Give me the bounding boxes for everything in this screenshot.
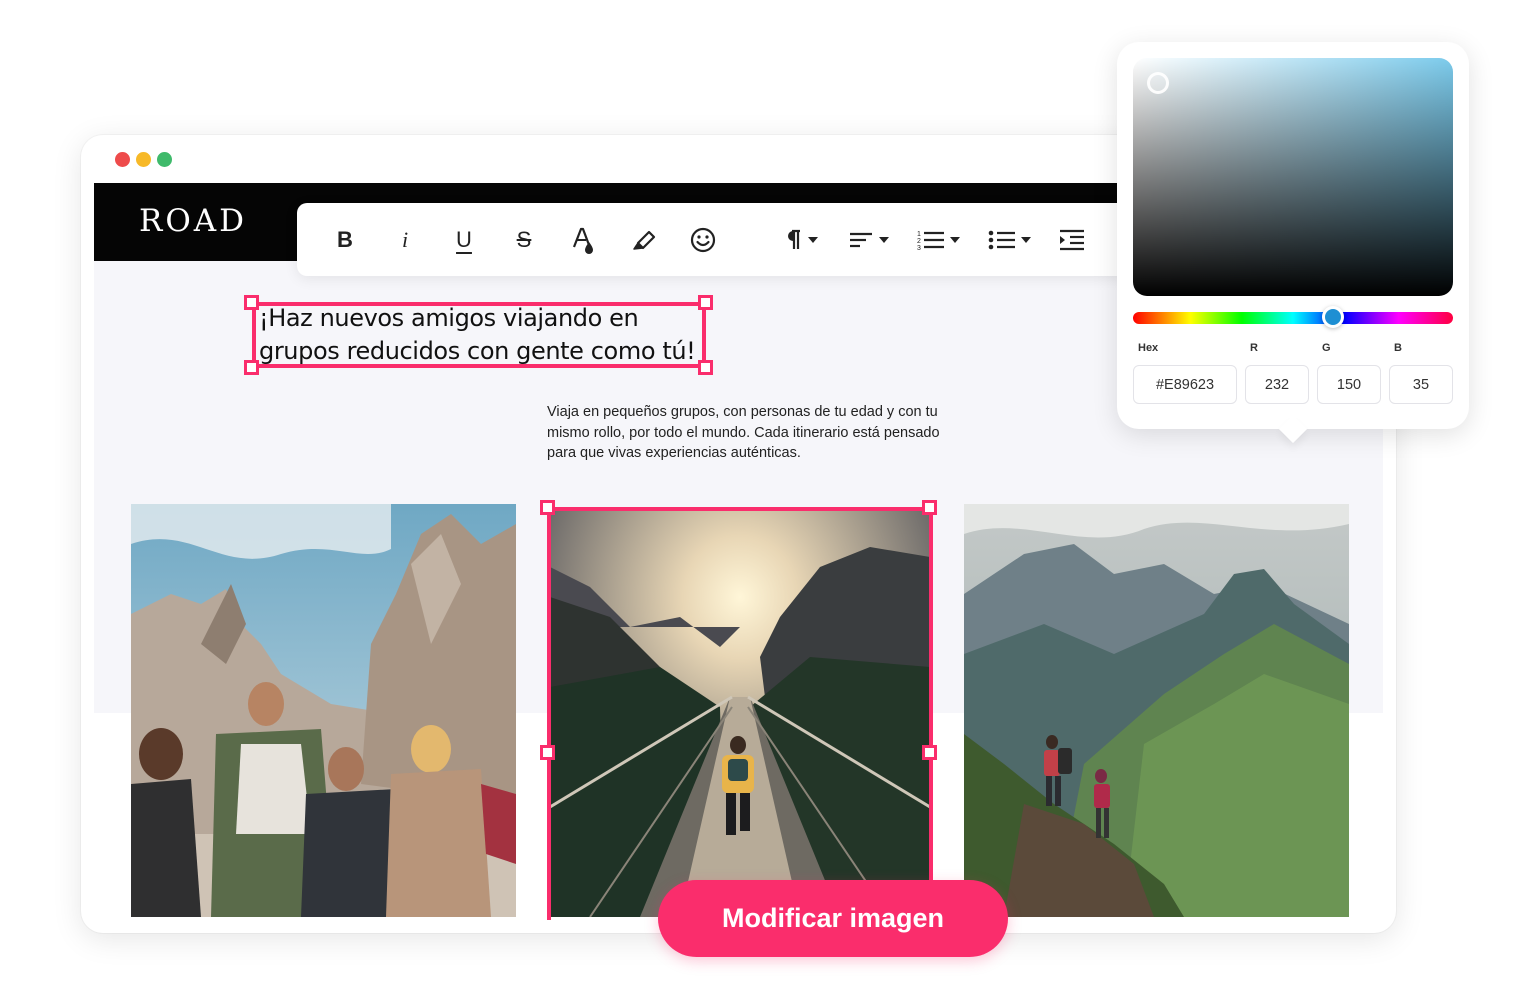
highlight-button[interactable] bbox=[630, 223, 658, 257]
hue-slider-thumb[interactable] bbox=[1322, 306, 1344, 328]
g-input[interactable]: 150 bbox=[1317, 365, 1381, 404]
ordered-list-dropdown[interactable]: 1 2 3 bbox=[916, 223, 960, 257]
g-label: G bbox=[1322, 342, 1331, 354]
emoji-button[interactable] bbox=[689, 223, 717, 257]
minimize-dot[interactable] bbox=[136, 152, 151, 167]
italic-button[interactable]: i bbox=[395, 223, 415, 257]
bullet-list-icon bbox=[988, 230, 1015, 250]
hex-label: Hex bbox=[1138, 342, 1159, 354]
r-input[interactable]: 232 bbox=[1245, 365, 1309, 404]
svg-text:1: 1 bbox=[917, 231, 921, 238]
friends-photo-image bbox=[131, 504, 516, 917]
maximize-dot[interactable] bbox=[157, 152, 172, 167]
align-dropdown[interactable] bbox=[846, 223, 890, 257]
bullet-list-dropdown[interactable] bbox=[987, 223, 1031, 257]
bold-button[interactable]: B bbox=[333, 223, 357, 257]
site-logo[interactable]: ROAD bbox=[139, 203, 247, 239]
strikethrough-button[interactable]: S bbox=[511, 223, 537, 257]
close-dot[interactable] bbox=[115, 152, 130, 167]
underline-button[interactable]: U bbox=[452, 223, 476, 257]
italic-label: i bbox=[401, 227, 409, 252]
hikers-photo-image bbox=[964, 504, 1349, 917]
paragraph-icon bbox=[787, 229, 800, 249]
chevron-down-icon bbox=[1020, 237, 1031, 243]
saturation-area[interactable] bbox=[1133, 58, 1453, 296]
window-controls bbox=[115, 152, 172, 167]
align-left-icon bbox=[849, 232, 872, 248]
chevron-down-icon bbox=[878, 237, 889, 243]
photo-hikers-mountain[interactable] bbox=[964, 504, 1349, 917]
paragraph-format-dropdown[interactable] bbox=[780, 223, 820, 257]
strikethrough-label: S bbox=[516, 227, 532, 252]
photo-friends-laughing[interactable] bbox=[131, 504, 516, 917]
saturation-cursor[interactable] bbox=[1147, 72, 1169, 94]
resize-handle-top-left[interactable] bbox=[244, 295, 259, 310]
photo-handle-top-right[interactable] bbox=[922, 500, 937, 515]
text-color-icon bbox=[572, 227, 593, 254]
hue-slider[interactable] bbox=[1133, 312, 1453, 324]
r-label: R bbox=[1250, 342, 1258, 354]
photo-handle-top-left[interactable] bbox=[540, 500, 555, 515]
headline-text[interactable]: ¡Haz nuevos amigos viajando en grupos re… bbox=[259, 302, 709, 368]
photo-selection-box[interactable] bbox=[547, 507, 933, 920]
stage: ROAD B i U S 1 2 3 ¡Haz nuevos amigos vi… bbox=[0, 0, 1520, 1000]
emoji-icon bbox=[690, 227, 716, 253]
chevron-down-icon bbox=[949, 237, 960, 243]
photo-handle-middle-right[interactable] bbox=[922, 745, 937, 760]
svg-text:2: 2 bbox=[917, 238, 921, 245]
hex-input[interactable]: #E89623 bbox=[1133, 365, 1237, 404]
text-format-toolbar: B i U S 1 2 3 bbox=[297, 203, 1157, 276]
bold-label: B bbox=[337, 227, 353, 252]
b-label: B bbox=[1394, 342, 1402, 354]
text-color-button[interactable] bbox=[571, 223, 597, 257]
underline-label: U bbox=[456, 227, 472, 252]
ordered-list-icon: 1 2 3 bbox=[917, 231, 944, 251]
chevron-down-icon bbox=[807, 237, 818, 243]
photo-handle-middle-left[interactable] bbox=[540, 745, 555, 760]
indent-icon bbox=[1060, 229, 1084, 251]
svg-text:3: 3 bbox=[917, 245, 921, 251]
b-input[interactable]: 35 bbox=[1389, 365, 1453, 404]
color-picker-panel: Hex R G B #E89623 232 150 35 bbox=[1117, 42, 1469, 429]
indent-button[interactable] bbox=[1058, 223, 1086, 257]
highlighter-icon bbox=[633, 230, 656, 250]
body-paragraph[interactable]: Viaja en pequeños grupos, con personas d… bbox=[547, 402, 947, 464]
resize-handle-bottom-left[interactable] bbox=[244, 360, 259, 375]
modify-image-button[interactable]: Modificar imagen bbox=[658, 880, 1008, 957]
